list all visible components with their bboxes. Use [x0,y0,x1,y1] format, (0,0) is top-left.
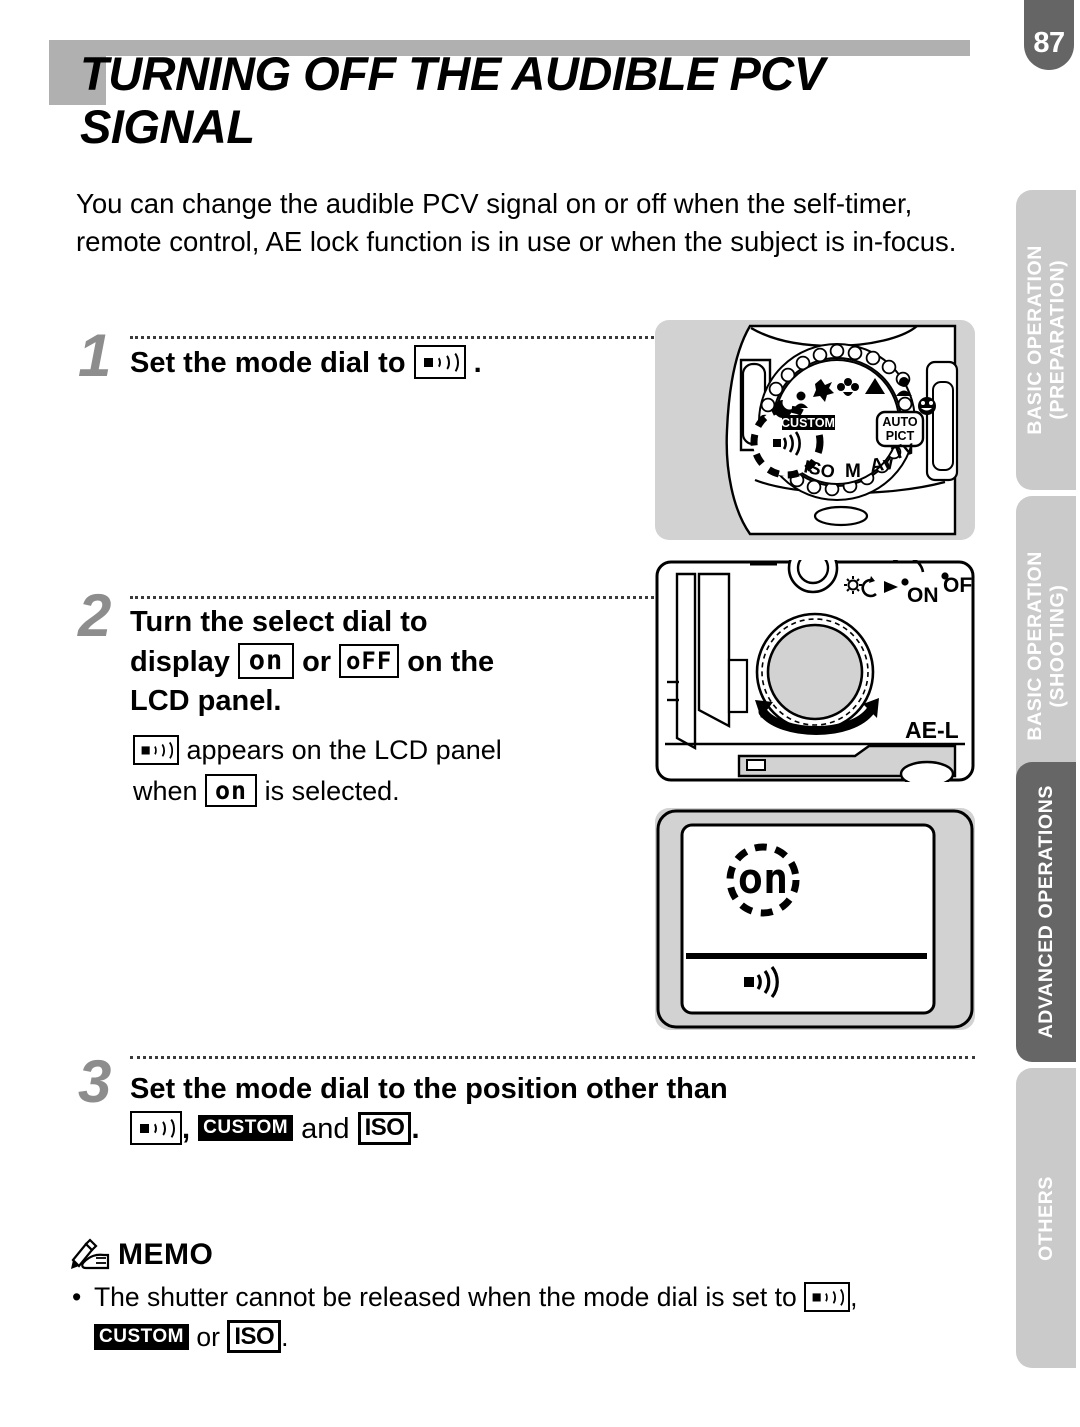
iso-mode-icon: ISO [357,1111,412,1145]
sidebar-tab-advanced-operations[interactable]: ADVANCED OPERATIONS [1016,762,1076,1062]
select-dial-drawing: ON OF AE-L [655,560,975,782]
step-3-comma: , [182,1112,191,1145]
step-2-line-1: Turn the select dial to [130,606,428,638]
lcd-on-icon: on [238,643,294,680]
lcd-off-icon: oFF [339,644,400,679]
step-1-label: Set the mode dial to [130,347,406,379]
svg-text:CUSTOM: CUSTOM [781,416,835,430]
step-3-number: 3 [78,1048,112,1115]
svg-text:ON: ON [907,584,939,607]
memo-or: or [196,1321,220,1352]
sidebar-tab-others[interactable]: OTHERS [1016,1068,1076,1368]
beeper-icon [130,1111,182,1146]
step-3-line-1: Set the mode dial to the position other … [130,1073,728,1105]
custom-mode-icon: CUSTOM [198,1115,294,1142]
mode-dial-drawing: CUSTOM AUTO PICT Tv Av M ISO [725,324,959,536]
sidebar-tab-basic-operation-shooting[interactable]: BASIC OPERATION (SHOOTING) [1016,496,1076,796]
svg-text:M: M [845,461,861,482]
sidebar-tab-label: BASIC OPERATION (PREPARATION) [1023,245,1068,435]
page-title: TURNING OFF THE AUDIBLE PCV SIGNAL [80,47,825,153]
step-2-leader [130,596,660,599]
step-2-note-b: when [133,775,198,806]
page-number-badge: 87 [1024,0,1074,70]
sidebar-tab-label: BASIC OPERATION (SHOOTING) [1023,551,1068,741]
intro-paragraph: You can change the audible PCV signal on… [76,188,957,257]
beeper-icon [133,734,179,765]
svg-text:Av: Av [869,453,896,477]
step-2-line-2b: or [302,645,332,678]
step-3-period: . [411,1112,420,1145]
memo-text-a: The shutter cannot be released when the … [94,1282,797,1312]
svg-text:AE-L: AE-L [905,717,959,743]
step-2-number: 2 [78,582,112,649]
step-1-text: Set the mode dial to . [130,344,650,384]
step-2-note-c: is selected. [264,775,400,806]
step-3-text: Set the mode dial to the position other … [130,1070,980,1149]
lcd-on-icon: on [205,773,258,807]
iso-mode-icon: ISO [227,1320,282,1354]
sidebar-tab-label: OTHERS [1034,1175,1057,1261]
illustration-select-dial: ON OF AE-L [655,560,975,782]
memo-heading: MEMO [118,1238,214,1271]
memo-body: • The shutter cannot be released when the… [72,1278,977,1358]
lcd-value: on [738,854,789,903]
custom-mode-icon: CUSTOM [94,1323,189,1350]
manual-page: 87 TURNING OFF THE AUDIBLE PCV SIGNAL Yo… [0,0,1080,1427]
lcd-panel-drawing: on [656,809,974,1029]
memo-bullet: • [72,1282,82,1312]
beeper-icon [804,1282,851,1312]
beeper-icon [413,345,466,380]
illustration-lcd-panel: on [655,808,975,1030]
step-3-and: and [301,1112,350,1145]
step-1-period: . [473,347,482,379]
memo-comma: , [850,1282,858,1312]
step-2-note-a: appears on the LCD panel [186,735,502,765]
step-2-line-2c: on the [407,645,495,678]
sidebar-tab-basic-operation-preparation[interactable]: BASIC OPERATION (PREPARATION) [1016,190,1076,490]
svg-text:AUTO: AUTO [882,415,917,429]
memo-period: . [281,1321,289,1352]
step-2-note: appears on the LCD panel when on is sele… [133,730,653,811]
step-1-leader [130,336,660,339]
step-2-text: Turn the select dial to display on or oF… [130,603,650,722]
svg-text:OF: OF [943,574,972,597]
sidebar-tab-label: ADVANCED OPERATIONS [1034,785,1057,1039]
hand-pen-icon [70,1238,112,1277]
step-2-line-3: LCD panel. [130,685,282,718]
step-1-number: 1 [78,322,112,389]
step-3-leader [130,1056,975,1059]
step-2-line-2a: display [130,645,230,678]
illustration-mode-dial: CUSTOM AUTO PICT Tv Av M ISO [655,320,975,540]
